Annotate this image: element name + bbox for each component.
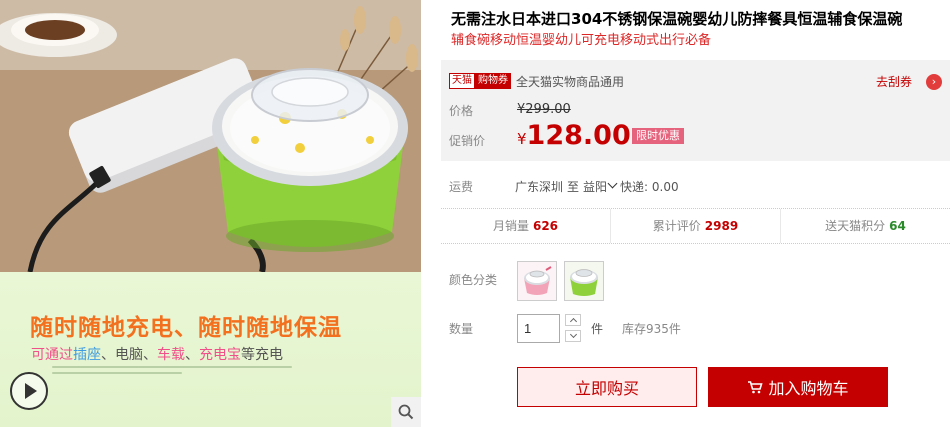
stat-points: 送天猫积分 64	[781, 209, 950, 243]
quantity-input[interactable]	[517, 314, 560, 343]
sale-price: ¥128.00	[517, 120, 631, 151]
banner-sub-socket: 插座	[73, 347, 101, 363]
play-icon	[25, 383, 37, 399]
banner-sub-sep: 、	[143, 347, 157, 363]
ship-to-selector[interactable]: 益阳	[583, 178, 607, 195]
stat-label: 月销量	[492, 219, 529, 233]
get-coupon-label: 去刮券	[875, 75, 912, 89]
buy-now-button[interactable]: 立即购买	[517, 367, 697, 407]
color-label: 颜色分类	[449, 273, 498, 287]
pink-bowl-thumbnail	[518, 262, 556, 300]
zoom-button[interactable]	[391, 397, 421, 427]
ship-to-word: 至	[567, 180, 580, 194]
stat-value: 2989	[704, 219, 739, 233]
magnifier-icon	[398, 404, 414, 420]
ship-from: 广东深圳	[515, 180, 564, 194]
product-info: 无需注水日本进口304不锈钢保温碗婴幼儿防摔餐具恒温辅食保温碗 辅食碗移动恒温婴…	[441, 0, 950, 427]
stat-label: 送天猫积分	[825, 219, 886, 233]
chevron-down-icon	[569, 330, 577, 339]
chevron-down-icon[interactable]	[607, 178, 618, 189]
banner-sub-prefix: 可通过	[31, 347, 73, 363]
add-to-cart-button[interactable]: 加入购物车	[708, 367, 888, 407]
coupon-tag: 购物券	[475, 73, 511, 89]
original-price-label: 价格	[449, 104, 474, 118]
coupon-text: 全天猫实物商品通用	[516, 74, 625, 89]
banner-sub-car: 车载	[157, 347, 185, 363]
quantity-increment-button[interactable]	[565, 314, 581, 326]
promo-badge: 限时优惠	[632, 128, 684, 144]
product-photo	[0, 0, 421, 272]
quantity-decrement-button[interactable]	[565, 330, 581, 342]
chevron-right-icon: ›	[926, 73, 942, 90]
stat-label: 累计评价	[652, 219, 701, 233]
sku-option-pink[interactable]	[517, 261, 557, 301]
shipping-row: 运费 广东深圳 至 益阳 快递: 0.00	[449, 178, 683, 195]
buy-now-label: 立即购买	[574, 379, 639, 398]
price-box: 天猫 购物券 全天猫实物商品通用 去刮券 › 价格 ¥299.00 促销价 ¥12…	[441, 60, 950, 161]
sku-option-green[interactable]	[564, 261, 604, 301]
promo-banner: 随时随地充电、随时随地保温 可通过插座、电脑、车载、充电宝等充电	[0, 272, 421, 427]
stat-reviews[interactable]: 累计评价 2989	[611, 209, 781, 243]
tmall-tag: 天猫	[449, 73, 475, 89]
get-coupon-link[interactable]: 去刮券 ›	[876, 73, 942, 90]
quantity-label: 数量	[449, 322, 474, 336]
cart-icon	[748, 381, 764, 394]
currency-symbol: ¥	[517, 130, 527, 148]
stat-value: 626	[532, 219, 559, 233]
stat-value: 64	[889, 219, 906, 233]
product-subtitle: 辅食碗移动恒温婴幼儿可充电移动式出行必备	[451, 33, 712, 48]
sale-price-label: 促销价	[449, 134, 486, 148]
stock-count: 库存935件	[622, 322, 681, 336]
product-photo-illustration	[0, 0, 421, 272]
banner-sub-sep: 、	[101, 347, 115, 363]
banner-title: 随时随地充电、随时随地保温	[30, 315, 342, 341]
play-video-button[interactable]	[10, 372, 48, 410]
banner-sub-suffix: 等充电	[241, 347, 283, 363]
shipping-fee: 快递: 0.00	[620, 180, 679, 194]
add-to-cart-label: 加入购物车	[768, 379, 849, 398]
banner-sub-powerbank: 充电宝	[199, 347, 241, 363]
stats-bar: 月销量 626 累计评价 2989 送天猫积分 64	[441, 208, 950, 244]
product-detail-page: 随时随地充电、随时随地保温 可通过插座、电脑、车载、充电宝等充电 无需注水日本进…	[0, 0, 950, 427]
chevron-up-icon	[569, 317, 577, 326]
banner-fine-print	[52, 366, 302, 382]
product-gallery: 随时随地充电、随时随地保温 可通过插座、电脑、车载、充电宝等充电	[0, 0, 421, 427]
green-bowl-thumbnail	[565, 262, 603, 300]
stat-monthly-sales: 月销量 626	[441, 209, 611, 243]
banner-subtitle: 可通过插座、电脑、车载、充电宝等充电	[31, 344, 283, 364]
product-title: 无需注水日本进口304不锈钢保温碗婴幼儿防摔餐具恒温辅食保温碗	[451, 10, 903, 28]
quantity-unit: 件	[591, 322, 604, 336]
coupon-row: 天猫 购物券 全天猫实物商品通用	[449, 73, 624, 89]
banner-sub-sep: 、	[185, 347, 199, 363]
sale-price-value: 128.00	[526, 120, 631, 151]
shipping-label: 运费	[449, 180, 474, 194]
original-price: ¥299.00	[517, 102, 571, 117]
banner-sub-computer: 电脑	[115, 347, 143, 363]
